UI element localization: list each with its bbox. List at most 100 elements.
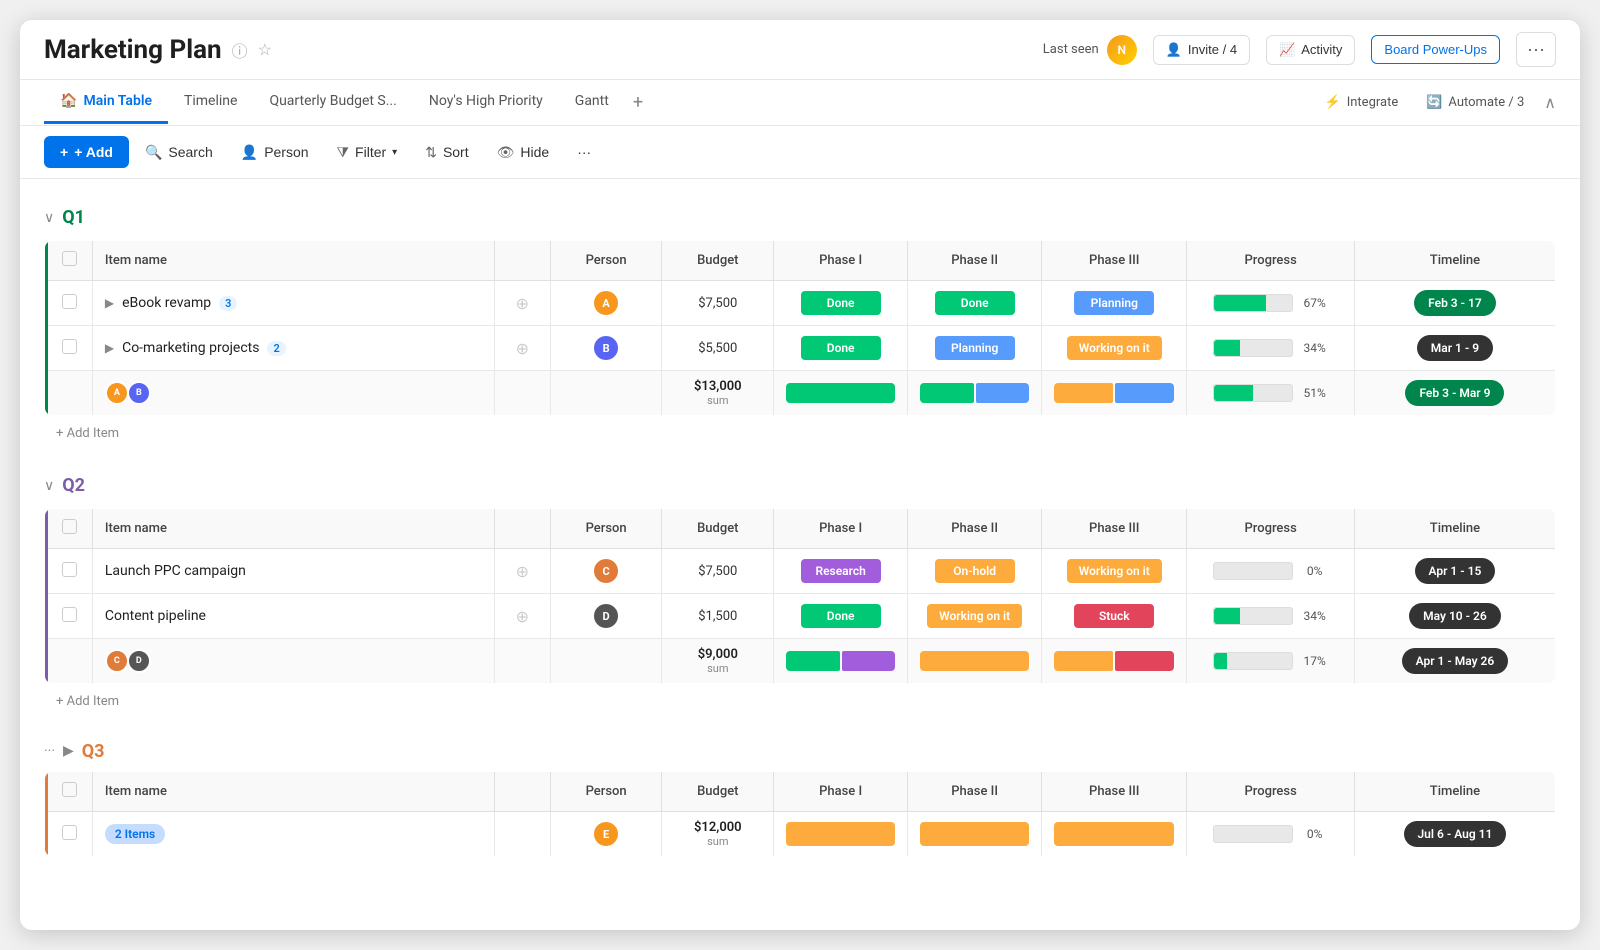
row-timeline-cell[interactable]: Mar 1 - 9 [1354,326,1555,371]
invite-button[interactable]: 👤 Invite / 4 [1153,35,1250,65]
tabs-right: ⚡ Integrate 🔄 Automate / 3 ∧ [1317,91,1556,114]
row-timeline-cell[interactable]: May 10 - 26 [1354,594,1555,639]
row-checkbox[interactable] [62,825,77,840]
row-add-icon[interactable]: ⊕ [516,562,529,581]
row-name-text[interactable]: Content pipeline [105,608,206,624]
header-right: Last seen N 👤 Invite / 4 📈 Activity Boar… [1043,32,1556,67]
row-timeline-cell[interactable]: Apr 1 - 15 [1354,549,1555,594]
summary-budget-cell: $9,000 sum [662,639,774,684]
q1-add-item-row[interactable]: + Add Item [44,420,1556,447]
more-toolbar-button[interactable]: ··· [565,137,603,167]
tab-main-table[interactable]: 🏠 Main Table [44,81,168,124]
row-person-cell[interactable]: D [550,594,662,639]
q2-col-checkbox [46,509,92,549]
avatar: A [592,289,620,317]
tab-noys-priority[interactable]: Noy's High Priority [413,81,559,124]
row-name-cell: ▶ eBook revamp 3 [92,281,494,326]
row-name-text[interactable]: Co-marketing projects [122,340,259,356]
row-phase2-cell[interactable]: Working on it [908,594,1042,639]
q2-col-budget: Budget [662,509,774,549]
row-checkbox[interactable] [62,294,77,309]
search-button[interactable]: 🔍 Search [133,137,225,168]
row-budget-cell: $7,500 [662,549,774,594]
summary-phase1-cell [774,371,908,416]
row-phase2-cell[interactable]: Done [908,281,1042,326]
hide-button[interactable]: 👁 Hide [485,137,562,168]
row-person-cell[interactable]: B [550,326,662,371]
row-person-cell[interactable]: A [550,281,662,326]
row-checkbox[interactable] [62,339,77,354]
more-options-button[interactable]: ··· [1516,32,1556,67]
status-badge: Planning [1074,291,1154,315]
add-button[interactable]: + + Add [44,136,129,168]
row-phase1-cell[interactable]: Done [774,326,908,371]
phase-segment [920,383,974,403]
header-checkbox[interactable] [62,519,77,534]
filter-button[interactable]: ⧩ Filter ▾ [325,137,410,168]
q3-header-row: Item name Person Budget Phase I Phase II… [46,772,1556,812]
header-checkbox[interactable] [62,251,77,266]
q2-col-phase1: Phase I [774,509,908,549]
row-phase1-cell[interactable]: Research [774,549,908,594]
sort-icon: ⇅ [425,144,437,161]
info-icon[interactable]: ⓘ [232,38,248,62]
expand-row-icon[interactable]: ▶ [105,341,114,355]
row-progress-cell: 0% [1187,549,1355,594]
sort-button[interactable]: ⇅ Sort [413,137,480,168]
row-add-icon[interactable]: ⊕ [516,294,529,313]
integrate-button[interactable]: ⚡ Integrate [1317,91,1407,114]
row-checkbox[interactable] [62,562,77,577]
row-count-badge: 2 [267,341,285,356]
activity-button[interactable]: 📈 Activity [1266,35,1355,65]
tab-gantt[interactable]: Gantt [559,81,625,124]
row-phase1-cell[interactable]: Done [774,594,908,639]
board-powerups-button[interactable]: Board Power-Ups [1371,35,1500,64]
q1-collapse-icon[interactable]: ∨ [44,210,54,226]
row-add-icon[interactable]: ⊕ [516,339,529,358]
timeline-badge: Feb 3 - Mar 9 [1405,380,1504,406]
row-person-cell[interactable]: E [550,812,662,857]
row-name-cell[interactable]: 2 Items [92,812,494,857]
row-timeline-cell[interactable]: Jul 6 - Aug 11 [1354,812,1555,857]
tab-quarterly-budget[interactable]: Quarterly Budget S... [253,81,412,124]
row-timeline-cell[interactable]: Feb 3 - 17 [1354,281,1555,326]
group-q1-header: ∨ Q1 [44,203,1556,232]
summary-add-item-cell[interactable]: C D [92,639,494,684]
q2-col-name: Item name [92,509,494,549]
row-phase1-cell[interactable]: Done [774,281,908,326]
row-person-cell[interactable]: C [550,549,662,594]
row-add-cell: ⊕ [494,281,550,326]
row-phase3-cell[interactable]: Stuck [1042,594,1187,639]
row-phase3-cell[interactable]: Working on it [1042,326,1187,371]
summary-progress-cell: 17% [1187,639,1355,684]
q2-add-item-row[interactable]: + Add Item [44,688,1556,715]
star-icon[interactable]: ☆ [258,40,272,59]
summary-add-cell [494,371,550,416]
expand-row-icon[interactable]: ▶ [105,296,114,310]
q3-table: Item name Person Budget Phase I Phase II… [44,771,1556,857]
q2-collapse-icon[interactable]: ∨ [44,478,54,494]
tabs-left: 🏠 Main Table Timeline Quarterly Budget S… [44,80,651,125]
q1-table: Item name Person Budget Phase I Phase II… [44,240,1556,416]
plus-icon: + [60,144,68,160]
automate-button[interactable]: 🔄 Automate / 3 [1418,91,1532,114]
row-name-text[interactable]: Launch PPC campaign [105,563,246,579]
row-phase2-cell[interactable]: Planning [908,326,1042,371]
phase-bar [920,822,1029,846]
items-collapsed-badge[interactable]: 2 Items [105,824,165,844]
header-checkbox[interactable] [62,782,77,797]
person-button[interactable]: 👤 Person [229,137,321,168]
summary-add-item-cell[interactable]: A B [92,371,494,416]
row-phase3-cell[interactable]: Working on it [1042,549,1187,594]
row-checkbox[interactable] [62,607,77,622]
row-add-icon[interactable]: ⊕ [516,607,529,626]
add-tab-button[interactable]: + [625,80,651,125]
q3-collapse-icon[interactable]: ▶ [63,743,74,759]
row-phase3-cell[interactable]: Planning [1042,281,1187,326]
status-badge: Planning [935,336,1015,360]
collapse-chevron[interactable]: ∧ [1544,93,1556,112]
row-name-text[interactable]: eBook revamp [122,295,211,311]
tab-timeline[interactable]: Timeline [168,81,253,124]
row-phase2-cell[interactable]: On-hold [908,549,1042,594]
summary-phase2-cell [908,639,1042,684]
